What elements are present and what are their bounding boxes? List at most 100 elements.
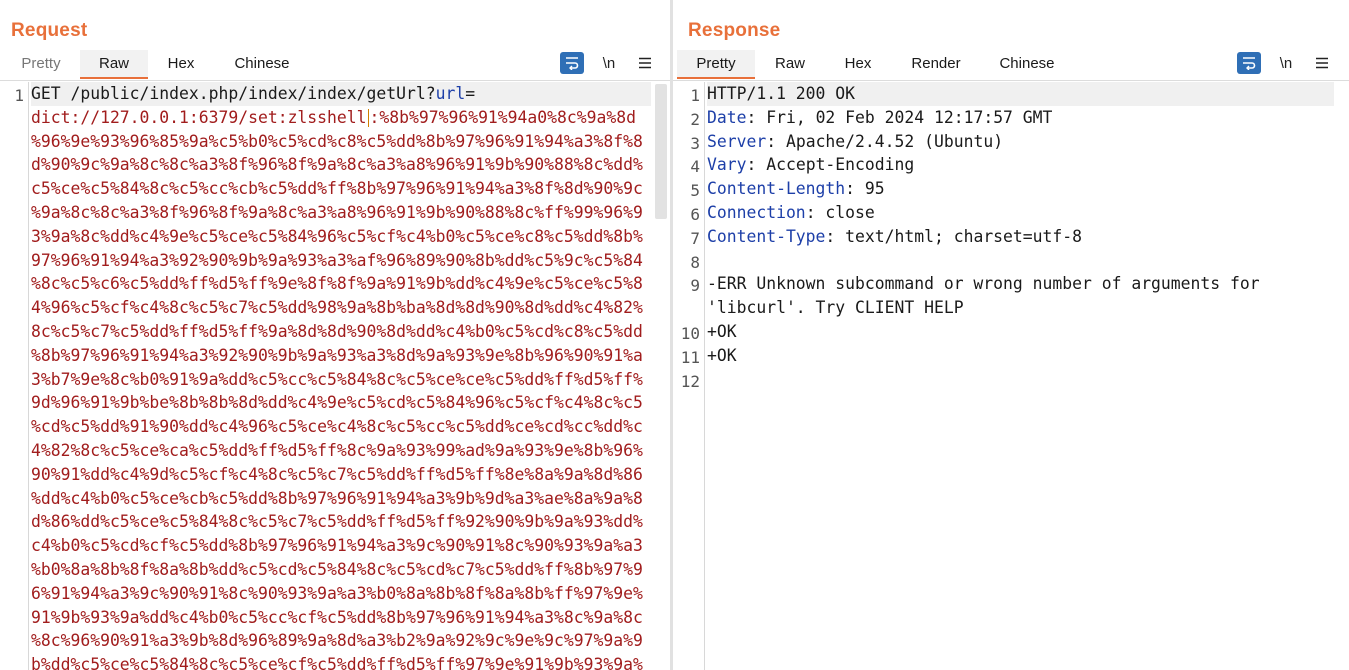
payload-line: 3%9a%8c%dd%c4%9e%c5%ce%c5%84%96%c5%cf%c4… — [31, 226, 643, 246]
request-pane: Request Pretty Raw Hex Chinese \n 1 GET … — [0, 0, 670, 670]
header-value: 95 — [855, 179, 885, 199]
request-title: Request — [11, 20, 88, 41]
header-line-connection: Connection: close — [707, 201, 1334, 225]
payload-line: 6%91%94%a3%9c%90%91%8c%90%93%9a%a3%b0%8a… — [31, 583, 643, 603]
payload-line: %96%9e%93%96%85%9a%c5%b0%c5%cd%c8%c5%dd%… — [31, 131, 643, 151]
tab-hex[interactable]: Hex — [156, 50, 206, 79]
payload-line: b%dd%c5%ce%c5%84%8c%c5%ce%cf%c5%dd%ff%d5… — [31, 655, 643, 670]
line-number-gutter: 1 — [0, 82, 29, 670]
line-number: 9 — [690, 276, 700, 296]
header-sep: : — [805, 202, 816, 222]
payload-line: c5%ce%c5%84%8c%c5%cc%cb%c5%dd%ff%8b%97%9… — [31, 179, 643, 199]
newline-toggle[interactable]: \n — [1274, 52, 1298, 74]
line-number-gutter: 1 2 3 4 5 6 7 8 9 10 11 12 — [673, 82, 705, 670]
header-sep: : — [845, 179, 856, 199]
header-name: Date — [707, 107, 747, 127]
scrollbar-thumb[interactable] — [655, 84, 667, 219]
body-line: -ERR Unknown subcommand or wrong number … — [707, 274, 1260, 294]
header-name: Server — [707, 131, 767, 151]
body-line: +OK — [707, 321, 737, 341]
payload-line: d%86%dd%c5%ce%c5%84%8c%c5%c7%c5%dd%ff%d5… — [31, 512, 643, 532]
tab-pretty[interactable]: Pretty — [6, 50, 76, 79]
header-sep: : — [766, 131, 777, 151]
header-name: Content-Type — [707, 226, 826, 246]
payload-line: dict://127.0.0.1:6379/set:zlsshell:%8b%9… — [31, 106, 651, 130]
body-line: 'libcurl'. Try CLIENT HELP — [707, 298, 964, 318]
payload-line: 8c%c5%c7%c5%dd%ff%d5%ff%9a%8d%8d%90%8d%d… — [31, 321, 643, 341]
tab-raw[interactable]: Raw — [765, 50, 815, 79]
tab-raw[interactable]: Raw — [80, 50, 148, 79]
line-number: 2 — [690, 109, 700, 129]
line-number: 6 — [690, 205, 700, 224]
word-wrap-icon[interactable] — [560, 52, 584, 74]
line-number: 8 — [690, 252, 700, 272]
url-param-name: url — [435, 84, 466, 103]
payload-line: 4%96%c5%cf%c4%8c%c5%c7%c5%dd%98%9a%8b%ba… — [31, 298, 643, 318]
header-value: close — [815, 202, 875, 222]
payload-lines: %96%9e%93%96%85%9a%c5%b0%c5%cd%c8%c5%dd%… — [31, 130, 651, 670]
payload-line: %cd%c5%dd%91%90%dd%c4%96%c5%ce%c4%8c%c5%… — [31, 417, 643, 437]
header-line-content-length: Content-Length: 95 — [707, 177, 1334, 201]
line-number: 3 — [690, 133, 700, 153]
header-sep: : — [746, 155, 757, 175]
header-line-vary: Vary: Accept-Encoding — [707, 153, 1334, 177]
header-sep: : — [746, 107, 757, 127]
payload-line: %8c%c5%c6%c5%dd%ff%d5%ff%9e%8f%8f%9a%91%… — [31, 274, 643, 294]
header-line-date: Date: Fri, 02 Feb 2024 12:17:57 GMT — [707, 106, 1334, 130]
tab-chinese[interactable]: Chinese — [222, 50, 302, 79]
request-code[interactable]: GET /public/index.php/index/index/getUrl… — [31, 82, 651, 670]
response-editor[interactable]: 1 2 3 4 5 6 7 8 9 10 11 12 HTTP/1.1 200 OK Date: Fr… — [673, 82, 1349, 670]
url-param-eq: = — [465, 84, 476, 103]
header-name: Content-Length — [707, 179, 846, 199]
payload-line: 9d%96%91%9b%be%8b%8b%8d%dd%c4%9e%c5%cd%c… — [31, 393, 643, 413]
payload-line: %8c%96%90%91%a3%9b%8d%96%89%9a%8d%a3%b2%… — [31, 631, 643, 651]
request-line: GET /public/index.php/index/index/getUrl… — [31, 82, 651, 106]
line-number: 1 — [690, 86, 700, 105]
line-number: 10 — [680, 324, 700, 343]
header-value: Accept-Encoding — [756, 155, 915, 175]
tab-hex[interactable]: Hex — [833, 50, 883, 79]
tab-pretty[interactable]: Pretty — [677, 50, 755, 79]
header-value: text/html; charset=utf-8 — [835, 226, 1082, 246]
payload-line: 97%96%91%94%a3%92%90%9b%9a%93%a3%af%96%8… — [31, 250, 643, 270]
line-number: 5 — [690, 181, 700, 201]
request-editor[interactable]: 1 GET /public/index.php/index/index/getU… — [0, 82, 670, 670]
line-number: 11 — [680, 347, 700, 367]
header-sep: : — [825, 226, 836, 246]
header-value: Fri, 02 Feb 2024 12:17:57 GMT — [756, 107, 1053, 127]
payload-line: %8b%97%96%91%94%a3%92%90%9b%9a%93%a3%8d%… — [31, 345, 643, 365]
newline-toggle[interactable]: \n — [597, 52, 621, 74]
header-name: Connection — [707, 202, 806, 222]
header-name: Vary — [707, 155, 747, 175]
payload-line: c4%b0%c5%cd%cf%c5%dd%8b%97%96%91%94%a3%9… — [31, 536, 643, 556]
hamburger-menu-icon[interactable] — [1310, 52, 1334, 74]
response-title: Response — [688, 20, 781, 41]
body-line: +OK — [707, 345, 737, 365]
tab-chinese[interactable]: Chinese — [991, 50, 1063, 79]
line-number: 7 — [690, 228, 700, 248]
line-number: 1 — [14, 86, 24, 105]
text-cursor — [367, 109, 369, 128]
line-number: 12 — [680, 371, 700, 391]
tab-render[interactable]: Render — [901, 50, 971, 79]
hamburger-menu-icon[interactable] — [633, 52, 657, 74]
header-line-server: Server: Apache/2.4.52 (Ubuntu) — [707, 130, 1334, 154]
payload-line: %dd%c4%b0%c5%ce%cb%c5%dd%8b%97%96%91%94%… — [31, 488, 643, 508]
response-code[interactable]: HTTP/1.1 200 OK Date: Fri, 02 Feb 2024 1… — [707, 82, 1334, 368]
payload-first: :%8b%97%96%91%94a0%8c%9a%8d — [369, 107, 636, 127]
status-line: HTTP/1.1 200 OK — [707, 82, 1334, 106]
payload-line: d%90%9c%9a%8c%8c%a3%8f%96%8f%9a%8c%a3%a8… — [31, 155, 643, 175]
payload-line: %9a%8c%8c%a3%8f%96%8f%9a%8c%a3%a8%96%91%… — [31, 202, 643, 222]
payload-line: 91%9b%93%9a%dd%c4%b0%c5%cc%cf%c5%dd%8b%9… — [31, 607, 643, 627]
response-pane: Response Pretty Raw Hex Render Chinese \… — [673, 0, 1349, 670]
word-wrap-icon[interactable] — [1237, 52, 1261, 74]
request-line-start: GET /public/index.php/index/index/getUrl… — [31, 84, 436, 103]
header-value: Apache/2.4.52 (Ubuntu) — [776, 131, 1004, 151]
payload-line: 4%82%8c%c5%ce%ca%c5%dd%ff%d5%ff%8c%9a%93… — [31, 440, 643, 460]
header-line-content-type: Content-Type: text/html; charset=utf-8 — [707, 225, 1334, 249]
payload-line: %b0%8a%8b%8f%8a%8b%dd%c5%cd%c5%84%8c%c5%… — [31, 559, 643, 579]
line-number: 4 — [690, 157, 700, 177]
payload-line: 90%91%dd%c4%9d%c5%cf%c4%8c%c5%c7%c5%dd%f… — [31, 464, 643, 484]
payload-line: 3%b7%9e%8c%b0%91%9a%dd%c5%cc%c5%84%8c%c5… — [31, 369, 643, 389]
